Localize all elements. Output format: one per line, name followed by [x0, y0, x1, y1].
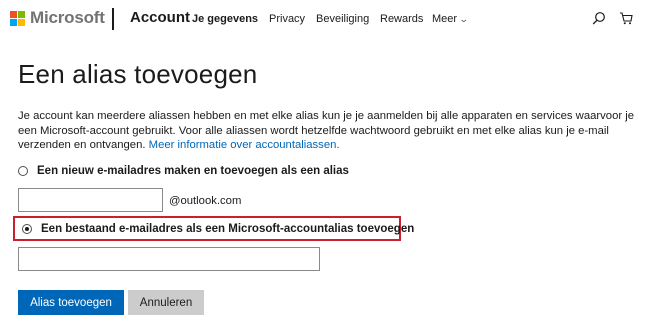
- nav-item-meer-label: Meer: [432, 13, 458, 25]
- nav-item-beveiliging[interactable]: Beveiliging: [316, 13, 369, 25]
- microsoft-logo-icon[interactable]: [10, 11, 25, 26]
- cancel-button[interactable]: Annuleren: [128, 290, 204, 315]
- add-alias-button[interactable]: Alias toevoegen: [18, 290, 124, 315]
- radio-new-address[interactable]: [18, 166, 28, 176]
- option-existing-address[interactable]: Een bestaand e-mailadres als een Microso…: [22, 223, 414, 235]
- top-header: Microsoft Account Je gegevens Privacy Be…: [0, 0, 645, 36]
- page-title: Een alias toevoegen: [18, 59, 258, 89]
- more-info-link[interactable]: Meer informatie over accountaliassen.: [149, 139, 340, 151]
- nav-item-rewards[interactable]: Rewards: [380, 13, 423, 25]
- radio-existing-address[interactable]: [22, 224, 32, 234]
- header-divider: [112, 8, 114, 30]
- search-icon[interactable]: [592, 11, 606, 25]
- cart-icon[interactable]: [619, 11, 633, 25]
- option-new-address[interactable]: Een nieuw e-mailadres maken en toevoegen…: [18, 165, 349, 177]
- section-title[interactable]: Account: [130, 9, 190, 26]
- nav-item-privacy[interactable]: Privacy: [269, 13, 305, 25]
- new-alias-input[interactable]: [18, 188, 163, 212]
- page-description: Je account kan meerdere aliassen hebben …: [18, 109, 643, 153]
- nav-item-je-gegevens[interactable]: Je gegevens: [192, 13, 258, 25]
- existing-email-input[interactable]: [18, 247, 320, 271]
- option-new-address-label[interactable]: Een nieuw e-mailadres maken en toevoegen…: [37, 165, 349, 177]
- option-existing-address-label[interactable]: Een bestaand e-mailadres als een Microso…: [41, 223, 414, 235]
- chevron-down-icon: ⌄: [458, 14, 469, 24]
- brand-name[interactable]: Microsoft: [30, 8, 105, 28]
- domain-suffix: @outlook.com: [169, 195, 242, 207]
- nav-item-meer[interactable]: Meer ⌄: [432, 13, 469, 25]
